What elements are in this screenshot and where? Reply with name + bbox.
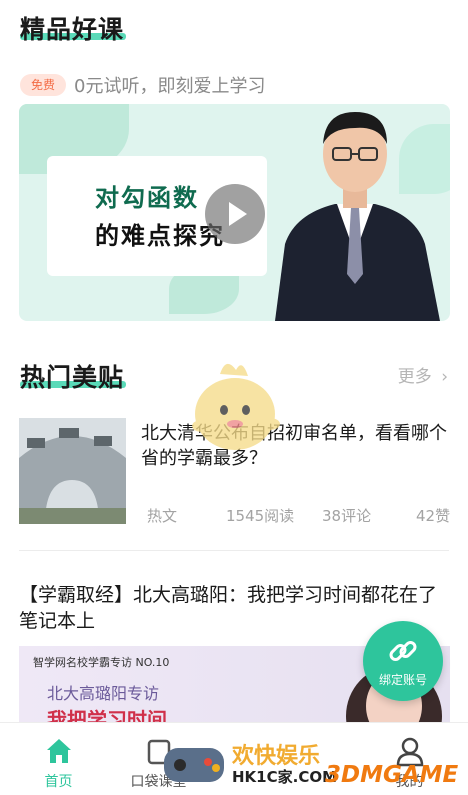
watermark-logo-text: 3DMGAME bbox=[325, 762, 459, 788]
more-label: 更多 bbox=[397, 367, 432, 387]
divider bbox=[19, 550, 449, 551]
more-link[interactable]: 更多 › bbox=[398, 362, 448, 387]
banner-title-line1: 对勾函数 bbox=[95, 184, 199, 212]
post-banner-line2: 北大高璐阳专访 bbox=[47, 684, 160, 703]
bind-account-button[interactable]: 绑定账号 bbox=[363, 621, 443, 701]
presenter-image bbox=[275, 112, 440, 321]
bind-account-label: 绑定账号 bbox=[378, 673, 427, 687]
post-banner-line1: 智学网名校学霸专访 NO.10 bbox=[33, 656, 170, 669]
post-thumbnail bbox=[19, 418, 126, 524]
post-title: 北大清华公布自招初审名单，看看哪个省的学霸最多？ bbox=[141, 423, 447, 469]
post-banner-line3: 我把学习时间 bbox=[47, 708, 167, 722]
link-icon bbox=[389, 641, 417, 661]
free-trial-text: 0元试听，即刻爱上学习 bbox=[74, 76, 266, 97]
watermark-url: HK1C家.COM bbox=[232, 768, 338, 786]
chevron-right-icon: › bbox=[441, 367, 448, 387]
post-likes: 42赞 bbox=[416, 507, 451, 525]
free-badge: 免费 bbox=[20, 74, 66, 96]
post-comments: 38评论 bbox=[322, 507, 372, 525]
post-tag: 热文 bbox=[147, 507, 178, 525]
home-icon bbox=[47, 739, 71, 763]
premium-section-title: 精品好课 bbox=[20, 15, 125, 44]
watermark-gamepad-image bbox=[164, 748, 224, 782]
hot-posts-section-title: 热门美贴 bbox=[20, 363, 125, 392]
course-banner[interactable]: 对勾函数 的难点探究 bbox=[19, 104, 450, 321]
post-reads: 1545阅读 bbox=[226, 507, 295, 525]
play-icon[interactable] bbox=[205, 184, 265, 244]
